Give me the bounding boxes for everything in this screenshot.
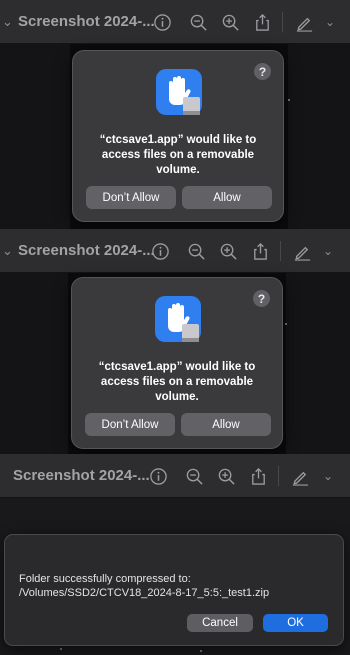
allow-button[interactable]: Allow (181, 413, 271, 436)
chevron-down-icon[interactable]: ⌄ (322, 0, 338, 44)
window-title: Screenshot 2024-... (18, 242, 155, 259)
toolbar-divider (282, 12, 283, 32)
dialog-message: “ctcsave1.app” would like to access file… (98, 361, 256, 403)
toolbar-divider (280, 241, 281, 261)
markup-pen-icon[interactable] (288, 454, 312, 498)
zoom-out-icon[interactable] (182, 454, 206, 498)
window-toolbar: ⌄ Screenshot 2024-... ⌄ (0, 229, 350, 273)
share-icon[interactable] (250, 0, 274, 44)
zoom-in-icon[interactable] (218, 0, 242, 44)
share-icon[interactable] (248, 229, 272, 273)
help-button[interactable]: ? (253, 290, 270, 307)
info-icon[interactable] (150, 0, 174, 44)
zoom-out-icon[interactable] (184, 229, 208, 273)
permission-dialog: ? “ctcsave1.app” would like to access fi… (71, 277, 283, 449)
toolbar-divider (278, 466, 279, 486)
zoom-in-icon[interactable] (214, 454, 238, 498)
zoom-in-icon[interactable] (216, 229, 240, 273)
preview-window-1: ⌄ Screenshot 2024-... ⌄ ? “ctcsave1.app”… (0, 0, 350, 229)
window-toolbar: Screenshot 2024-... ⌄ (0, 454, 350, 498)
info-icon[interactable] (146, 454, 170, 498)
compression-alert: Folder successfully compressed to: /Volu… (4, 534, 344, 646)
chevron-down-icon[interactable]: ⌄ (2, 243, 14, 259)
share-icon[interactable] (246, 454, 270, 498)
preview-window-2: ⌄ Screenshot 2024-... ⌄ ? “ctcsave1.app”… (0, 229, 350, 454)
chevron-down-icon[interactable]: ⌄ (320, 229, 336, 273)
help-button[interactable]: ? (254, 63, 271, 80)
window-title: Screenshot 2024-... (18, 13, 155, 30)
hand-stop-icon (155, 296, 201, 342)
info-icon[interactable] (148, 229, 172, 273)
dont-allow-button[interactable]: Don’t Allow (85, 413, 175, 436)
dont-allow-button[interactable]: Don’t Allow (86, 186, 176, 209)
chevron-down-icon[interactable]: ⌄ (2, 14, 14, 30)
window-title: Screenshot 2024-... (13, 467, 150, 484)
zoom-out-icon[interactable] (186, 0, 210, 44)
permission-dialog: ? “ctcsave1.app” would like to access fi… (72, 50, 284, 222)
ok-button[interactable]: OK (263, 614, 328, 632)
hand-stop-icon (156, 69, 202, 115)
dialog-message: “ctcsave1.app” would like to access file… (99, 134, 257, 176)
cancel-button[interactable]: Cancel (187, 614, 253, 632)
markup-pen-icon[interactable] (292, 0, 316, 44)
allow-button[interactable]: Allow (182, 186, 272, 209)
alert-message: Folder successfully compressed to: /Volu… (19, 573, 270, 599)
markup-pen-icon[interactable] (290, 229, 314, 273)
window-toolbar: ⌄ Screenshot 2024-... ⌄ (0, 0, 350, 44)
chevron-down-icon[interactable]: ⌄ (320, 454, 336, 498)
